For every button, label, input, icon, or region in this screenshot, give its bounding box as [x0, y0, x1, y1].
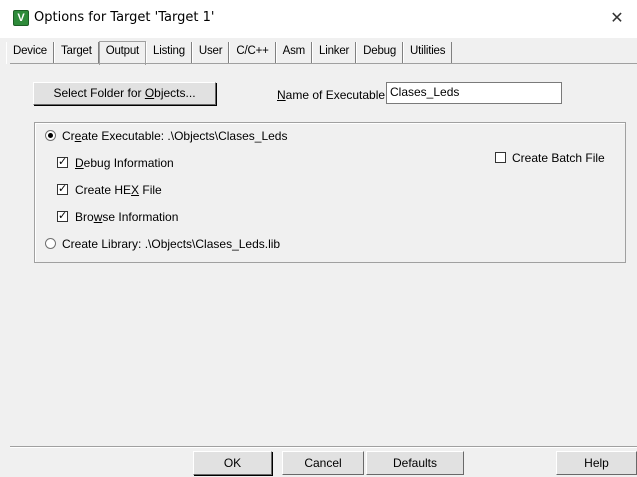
tab-listing[interactable]: Listing	[146, 42, 192, 64]
label-pre: Create HE	[75, 183, 132, 197]
create-executable-label: Create Executable: .\Objects\Clases_Leds	[62, 129, 287, 143]
defaults-button[interactable]: Defaults	[366, 451, 464, 475]
label-text: ame of Executable:	[285, 88, 389, 102]
check-mark-icon: ✓	[58, 156, 68, 168]
browse-information-checkbox[interactable]: ✓	[57, 211, 68, 222]
button-text-post: bjects...	[154, 86, 196, 100]
window-title: Options for Target 'Target 1'	[34, 10, 215, 25]
tab-output[interactable]: Output	[98, 41, 147, 65]
label-post: File	[139, 183, 162, 197]
label-post: ebug Information	[83, 156, 174, 170]
tab-utilities[interactable]: Utilities	[403, 42, 453, 64]
create-library-label: Create Library: .\Objects\Clases_Leds.li…	[62, 237, 281, 251]
select-folder-for-objects-button[interactable]: Select Folder for Objects...	[33, 82, 216, 105]
label-mnemonic: X	[131, 183, 140, 197]
create-hex-file-checkbox[interactable]: ✓	[57, 184, 68, 195]
create-batch-file-label: Create Batch File	[512, 151, 605, 165]
create-batch-file-checkbox[interactable]	[495, 152, 506, 163]
label-post: ate Executable: .\Objects\Clases_Leds	[81, 129, 288, 143]
radio-selected-dot	[48, 133, 53, 138]
tab-asm[interactable]: Asm	[275, 42, 313, 64]
check-mark-icon: ✓	[58, 183, 68, 195]
debug-information-label: Debug Information	[75, 156, 174, 170]
check-mark-icon: ✓	[58, 210, 68, 222]
tab-user[interactable]: User	[191, 42, 230, 64]
create-hex-file-label: Create HEX File	[75, 183, 162, 197]
tab-linker[interactable]: Linker	[312, 42, 357, 64]
browse-information-label: Browse Information	[75, 210, 178, 224]
label-pre: Cr	[62, 129, 75, 143]
name-of-executable-input[interactable]: Clases_Leds	[386, 82, 562, 104]
tab-device[interactable]: Device	[6, 42, 54, 64]
label-post: se Information	[102, 210, 179, 224]
close-button[interactable]: ✕	[597, 0, 637, 38]
name-of-executable-label: Name of Executable:	[277, 88, 388, 102]
help-button[interactable]: Help	[556, 451, 637, 475]
tab-target[interactable]: Target	[53, 42, 99, 64]
close-icon: ✕	[610, 10, 624, 27]
label-pre: Bro	[75, 210, 94, 224]
title-bar: V Options for Target 'Target 1' ✕	[0, 0, 637, 38]
label-mnemonic: D	[75, 156, 84, 170]
cancel-button[interactable]: Cancel	[282, 451, 364, 475]
create-library-radio[interactable]	[45, 238, 56, 249]
debug-information-checkbox[interactable]: ✓	[57, 157, 68, 168]
footer-separator	[10, 446, 637, 448]
create-executable-radio[interactable]	[45, 130, 56, 141]
button-mnemonic: O	[144, 86, 155, 100]
label-mnemonic: N	[277, 88, 286, 102]
button-text-pre: Select Folder for	[53, 86, 145, 100]
keil-app-icon: V	[13, 10, 29, 26]
tab-debug[interactable]: Debug	[356, 42, 404, 64]
tab-strip: Device Target Output Listing User C/C++ Asm Lin…	[6, 40, 453, 65]
tab-c-cpp[interactable]: C/C++	[229, 42, 276, 64]
ok-button[interactable]: OK	[193, 451, 272, 475]
